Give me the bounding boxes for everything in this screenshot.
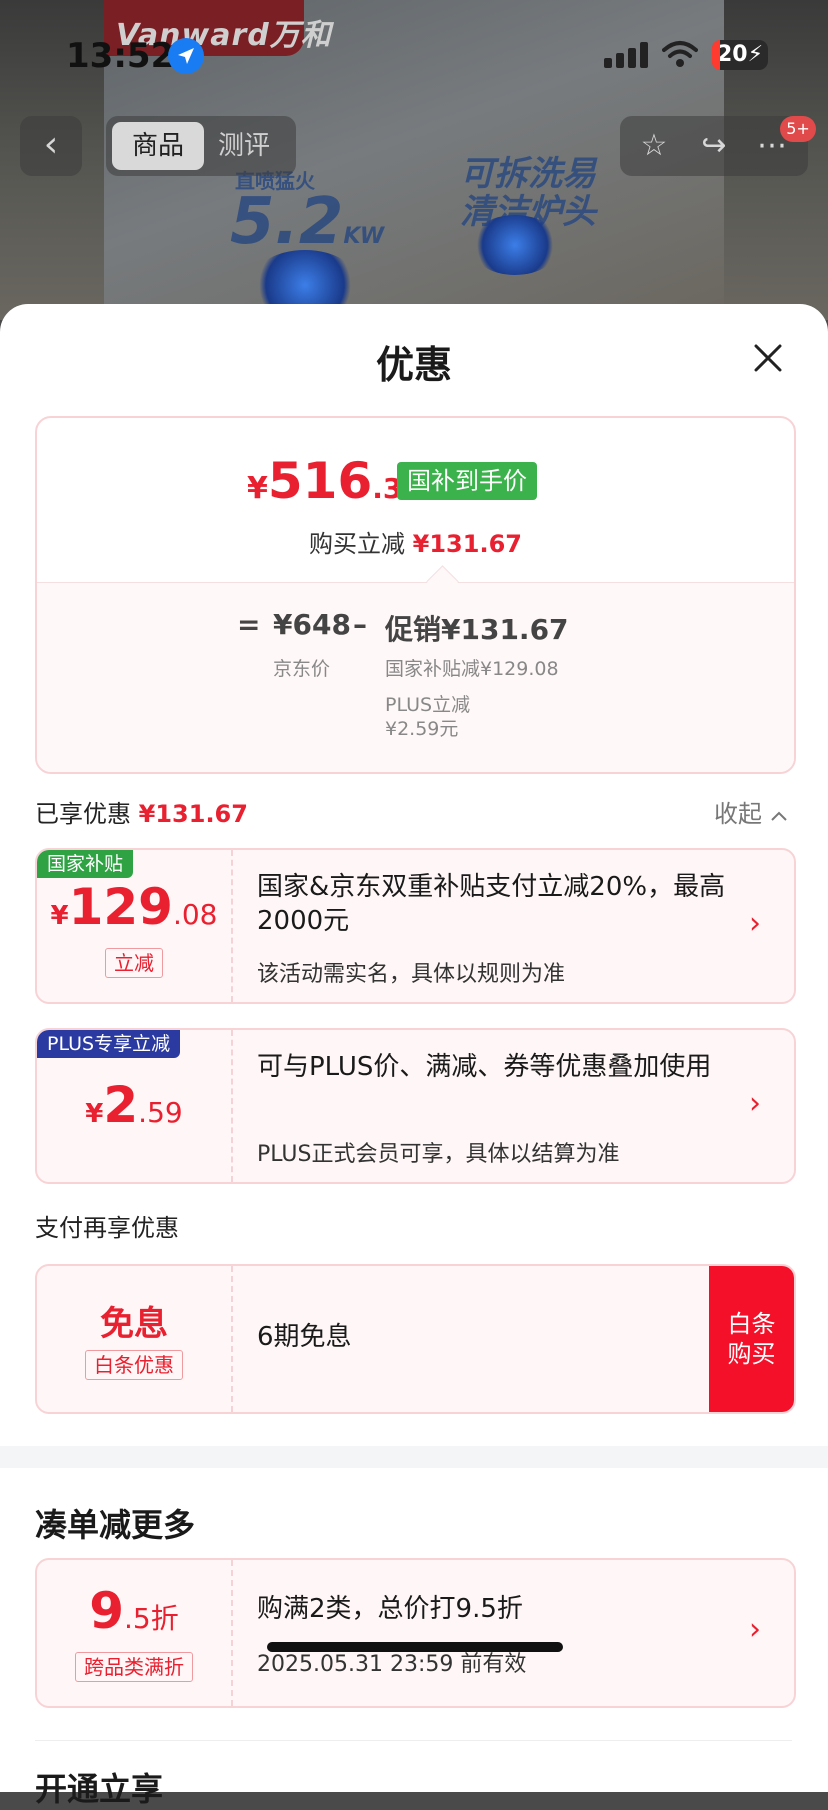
national-subsidy-coupon[interactable]: 国家补贴 ¥129.08 立减 国家&京东双重补贴支付立减20%，最高2000元… [35,848,796,1004]
pay-discount-label: 支付再享优惠 [35,1214,179,1242]
coupon-amount-area: 免息 白条优惠 [37,1266,233,1412]
purchase-reduction: 购买立减 ¥131.67 [309,530,522,558]
back-button[interactable]: ‹ [20,116,82,176]
close-icon[interactable] [748,338,788,378]
promotion-sheet: 优惠 ¥516.33 国补到手价 购买立减 ¥131.67 = ¥648 京东价… [0,304,828,1808]
burner-flame-icon [470,215,560,275]
final-price: ¥516.33 [247,452,422,510]
promo-item: 国家补贴减¥129.08 [385,658,559,680]
coupon-tag: PLUS专享立减 [37,1030,181,1058]
discount-rate: 9.5折 [89,1582,179,1640]
coupon-type: 白条优惠 [37,1350,231,1380]
sheet-title: 优惠 [375,343,452,387]
coupon-title: 可与PLUS价、满减、券等优惠叠加使用 [257,1052,712,1082]
home-indicator[interactable] [267,1642,563,1652]
chevron-right-icon: › [749,1612,761,1647]
cross-category-discount-card[interactable]: 9.5折 跨品类满折 购满2类，总价打9.5折 2025.05.31 23:59… [35,1558,796,1708]
coupon-amount: ¥2.59 [85,1076,183,1134]
location-arrow-icon [168,38,204,74]
jd-price: ¥648 [273,608,351,641]
coupon-amount: ¥129.08 [50,878,218,936]
chevron-up-icon [770,811,787,821]
coupon-amount-area: 9.5折 跨品类满折 [37,1560,233,1706]
enjoyed-discount-label: 已享优惠 ¥131.67 [35,800,248,828]
cellular-signal-icon [604,42,648,68]
formula-equals: = [237,608,261,641]
promo-item: ¥2.59元 [385,718,459,740]
page-tabs: 商品 测评 [106,116,296,176]
collapse-toggle[interactable]: 收起 [714,794,788,829]
promo-item: PLUS立减 [385,694,471,716]
formula-minus: – [353,608,367,641]
subsidy-price-tag: 国补到手价 [397,462,537,500]
discount-title: 购满2类，总价打9.5折 [257,1594,523,1624]
coupon-type: 立减 [37,948,231,978]
promo-power: 5.2KW [230,185,385,259]
star-icon[interactable]: ☆ [636,128,672,164]
chevron-right-icon: › [749,906,761,941]
coupon-description: PLUS正式会员可享，具体以结算为准 [257,1142,620,1167]
promo-total: 促销¥131.67 [385,613,569,646]
battery-level: 20 [716,42,748,67]
coupon-title: 国家&京东双重补贴支付立减20%，最高2000元 [257,872,726,936]
baitiao-interest-free-card[interactable]: 免息 白条优惠 6期免息 白条购买 [35,1264,796,1414]
coupon-amount-area: PLUS专享立减 ¥2.59 [37,1030,233,1182]
jd-price-label: 京东价 [273,658,331,680]
divider [35,1740,792,1741]
battery-low-fill [712,40,720,70]
chevron-right-icon: › [749,1086,761,1121]
coupon-tag: 国家补贴 [37,850,134,878]
wifi-icon [662,41,698,67]
baitiao-buy-button[interactable]: 白条购买 [709,1266,794,1412]
interest-free-label: 免息 [100,1304,168,1344]
notification-badge: 5+ [780,116,816,142]
next-section-title: 开通立享 [35,1770,164,1808]
tab-review[interactable]: 测评 [218,122,270,170]
status-time: 13:52 [66,36,175,76]
tab-product[interactable]: 商品 [112,122,204,170]
coupon-type: 跨品类满折 [37,1652,231,1682]
battery-indicator: 20⚡ [712,40,768,70]
plus-member-coupon[interactable]: PLUS专享立减 ¥2.59 可与PLUS价、满减、券等优惠叠加使用 PLUS正… [35,1028,796,1184]
coupon-amount-area: 国家补贴 ¥129.08 立减 [37,850,233,1002]
section-divider [0,1446,828,1468]
combine-section-title: 凑单减更多 [35,1506,196,1544]
installment-title: 6期免息 [257,1322,352,1352]
share-icon[interactable]: ↪ [696,128,732,164]
price-breakdown-card: ¥516.33 国补到手价 购买立减 ¥131.67 = ¥648 京东价 – … [35,416,796,774]
coupon-description: 该活动需实名，具体以规则为准 [257,962,566,987]
